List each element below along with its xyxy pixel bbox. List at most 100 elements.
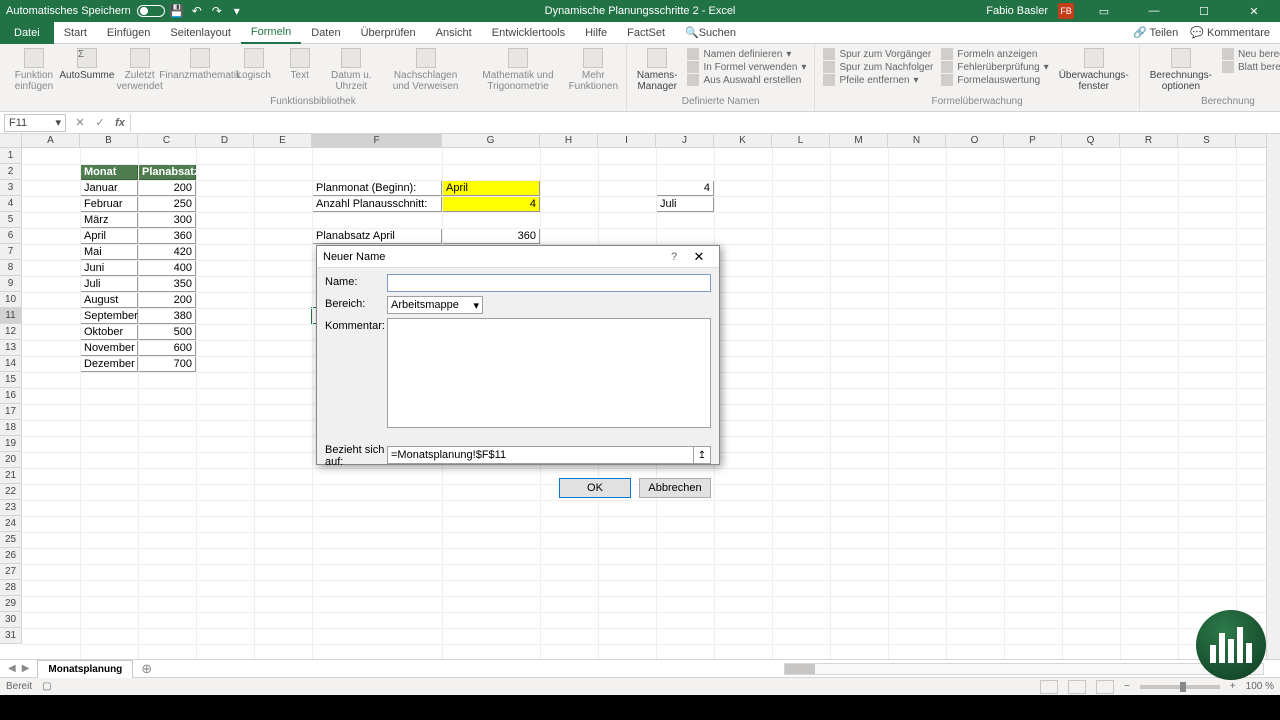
row-5[interactable]: 5: [0, 212, 21, 228]
dialog-help-icon[interactable]: ?: [663, 251, 685, 263]
cell-header-month[interactable]: Monat: [80, 164, 138, 180]
cell-month-10[interactable]: November: [80, 340, 138, 356]
vertical-scrollbar[interactable]: [1266, 134, 1280, 659]
autosum-button[interactable]: ΣAutoSumme: [66, 46, 108, 83]
row-12[interactable]: 12: [0, 324, 21, 340]
tab-insert[interactable]: Einfügen: [97, 22, 160, 44]
calc-sheet-button[interactable]: Blatt berechnen: [1222, 61, 1280, 73]
ribbon-display-icon[interactable]: ▭: [1084, 0, 1124, 22]
cell-value-1[interactable]: 250: [138, 196, 196, 212]
cell-anzahl-value[interactable]: 4: [442, 196, 540, 212]
enter-formula-icon[interactable]: ✓: [90, 116, 110, 129]
col-Q[interactable]: Q: [1062, 134, 1120, 147]
row-3[interactable]: 3: [0, 180, 21, 196]
cell-value-6[interactable]: 350: [138, 276, 196, 292]
comments-button[interactable]: 💬 Kommentare: [1190, 26, 1270, 39]
calc-options-button[interactable]: Berechnungs-optionen: [1146, 46, 1216, 94]
close-icon[interactable]: ✕: [1234, 0, 1274, 22]
row-8[interactable]: 8: [0, 260, 21, 276]
row-25[interactable]: 25: [0, 532, 21, 548]
name-manager-button[interactable]: Namens-Manager: [633, 46, 682, 94]
cancel-formula-icon[interactable]: ✕: [70, 116, 90, 129]
mathtrig-button[interactable]: Mathematik und Trigonometrie: [473, 46, 562, 94]
row-26[interactable]: 26: [0, 548, 21, 564]
logical-button[interactable]: Logisch: [233, 46, 275, 83]
col-E[interactable]: E: [254, 134, 312, 147]
cell-value-11[interactable]: 700: [138, 356, 196, 372]
ok-button[interactable]: OK: [559, 478, 631, 498]
comment-textarea[interactable]: [387, 318, 711, 428]
col-B[interactable]: B: [80, 134, 138, 147]
cancel-button[interactable]: Abbrechen: [639, 478, 711, 498]
more-fn-button[interactable]: Mehr Funktionen: [567, 46, 620, 94]
save-icon[interactable]: 💾: [169, 3, 185, 19]
tab-layout[interactable]: Seitenlayout: [160, 22, 241, 44]
show-formulas-button[interactable]: Formeln anzeigen: [941, 48, 1048, 60]
tab-review[interactable]: Überprüfen: [351, 22, 426, 44]
cell-month-6[interactable]: Juli: [80, 276, 138, 292]
view-normal-icon[interactable]: [1040, 680, 1058, 694]
row-14[interactable]: 14: [0, 356, 21, 372]
col-J[interactable]: J: [656, 134, 714, 147]
cell-planmonat-value[interactable]: April: [442, 180, 540, 196]
row-28[interactable]: 28: [0, 580, 21, 596]
select-all-corner[interactable]: [0, 134, 22, 147]
maximize-icon[interactable]: ☐: [1184, 0, 1224, 22]
cell-month-2[interactable]: März: [80, 212, 138, 228]
col-N[interactable]: N: [888, 134, 946, 147]
text-button[interactable]: Text: [279, 46, 321, 83]
col-F[interactable]: F: [312, 134, 442, 147]
tab-help[interactable]: Hilfe: [575, 22, 617, 44]
name-input[interactable]: [387, 274, 711, 292]
cell-value-0[interactable]: 200: [138, 180, 196, 196]
cell-month-9[interactable]: Oktober: [80, 324, 138, 340]
dialog-close-icon[interactable]: ✕: [685, 249, 713, 265]
error-check-button[interactable]: Fehlerüberprüfung ▾: [941, 61, 1048, 73]
row-15[interactable]: 15: [0, 372, 21, 388]
view-break-icon[interactable]: [1096, 680, 1114, 694]
cell-planabsatz-label[interactable]: Planabsatz April: [312, 228, 442, 244]
row-30[interactable]: 30: [0, 612, 21, 628]
user-avatar[interactable]: FB: [1058, 3, 1074, 19]
calc-now-button[interactable]: Neu berechnen: [1222, 48, 1280, 60]
col-K[interactable]: K: [714, 134, 772, 147]
col-I[interactable]: I: [598, 134, 656, 147]
col-H[interactable]: H: [540, 134, 598, 147]
share-button[interactable]: 🔗 Teilen: [1133, 26, 1178, 39]
tab-file[interactable]: Datei: [0, 22, 54, 44]
qat-dropdown-icon[interactable]: ▾: [229, 3, 245, 19]
horizontal-scrollbar[interactable]: [784, 663, 1264, 675]
cell-aux1[interactable]: 4: [656, 180, 714, 196]
zoom-slider[interactable]: [1140, 685, 1220, 689]
tab-formulas[interactable]: Formeln: [241, 22, 301, 44]
cell-value-7[interactable]: 200: [138, 292, 196, 308]
cell-month-8[interactable]: September: [80, 308, 138, 324]
cell-value-5[interactable]: 400: [138, 260, 196, 276]
trace-precedents-button[interactable]: Spur zum Vorgänger: [823, 48, 933, 60]
col-L[interactable]: L: [772, 134, 830, 147]
col-O[interactable]: O: [946, 134, 1004, 147]
collapse-ref-icon[interactable]: ↥: [693, 446, 711, 464]
zoom-level[interactable]: 100 %: [1246, 681, 1274, 692]
row-6[interactable]: 6: [0, 228, 21, 244]
cell-month-1[interactable]: Februar: [80, 196, 138, 212]
tab-start[interactable]: Start: [54, 22, 97, 44]
watch-window-button[interactable]: Überwachungs-fenster: [1055, 46, 1133, 94]
row-18[interactable]: 18: [0, 420, 21, 436]
tab-data[interactable]: Daten: [301, 22, 350, 44]
refers-input[interactable]: =Monatsplanung!$F$11: [387, 446, 694, 464]
add-sheet-button[interactable]: ⊕: [133, 661, 160, 677]
row-22[interactable]: 22: [0, 484, 21, 500]
formula-input[interactable]: [130, 114, 1280, 132]
col-C[interactable]: C: [138, 134, 196, 147]
row-9[interactable]: 9: [0, 276, 21, 292]
view-layout-icon[interactable]: [1068, 680, 1086, 694]
col-A[interactable]: A: [22, 134, 80, 147]
sheet-tab-active[interactable]: Monatsplanung: [37, 660, 133, 678]
scope-select[interactable]: Arbeitsmappe▾: [387, 296, 483, 314]
cell-value-3[interactable]: 360: [138, 228, 196, 244]
cell-month-5[interactable]: Juni: [80, 260, 138, 276]
row-27[interactable]: 27: [0, 564, 21, 580]
row-16[interactable]: 16: [0, 388, 21, 404]
cell-month-7[interactable]: August: [80, 292, 138, 308]
